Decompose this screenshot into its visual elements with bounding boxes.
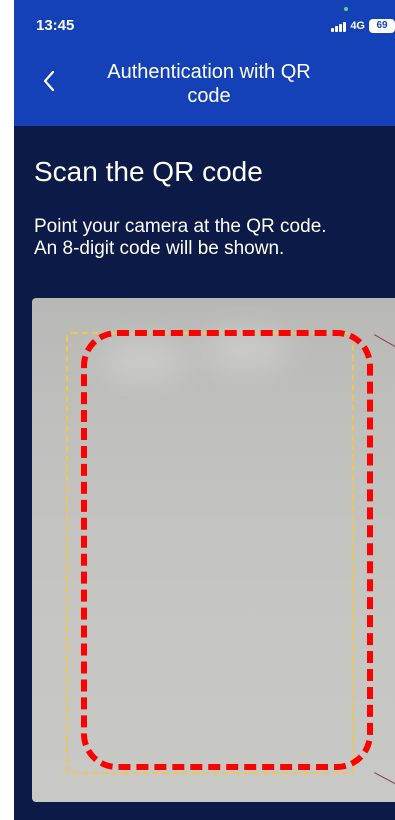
screen-title-line-1: Authentication with QR bbox=[107, 61, 311, 83]
instructions-line-2: An 8-digit code will be shown. bbox=[34, 238, 285, 259]
red-highlight-overlay bbox=[81, 330, 373, 770]
phone-screen: 13:45 4G 69 Authentication with QR code … bbox=[14, 0, 395, 820]
network-type: 4G bbox=[350, 19, 365, 32]
status-icons: 4G 69 bbox=[331, 18, 395, 34]
camera-preview[interactable] bbox=[32, 298, 395, 802]
battery-level: 69 bbox=[369, 19, 395, 33]
signal-bars-icon bbox=[331, 20, 347, 32]
screen-title: Authentication with QR code bbox=[84, 60, 334, 108]
status-time: 13:45 bbox=[36, 17, 75, 34]
scan-instructions: Point your camera at the QR code. An 8-d… bbox=[34, 216, 384, 260]
scan-content: Scan the QR code Point your camera at th… bbox=[14, 126, 395, 820]
back-button[interactable] bbox=[32, 64, 66, 98]
signal-dot bbox=[344, 7, 348, 11]
chevron-left-icon bbox=[43, 70, 55, 92]
page-title: Scan the QR code bbox=[34, 156, 263, 187]
instructions-line-1: Point your camera at the QR code. bbox=[34, 216, 327, 237]
screen-title-line-2: code bbox=[187, 85, 231, 107]
app-header: Authentication with QR code bbox=[14, 44, 395, 126]
status-bar: 13:45 4G 69 bbox=[14, 0, 395, 44]
